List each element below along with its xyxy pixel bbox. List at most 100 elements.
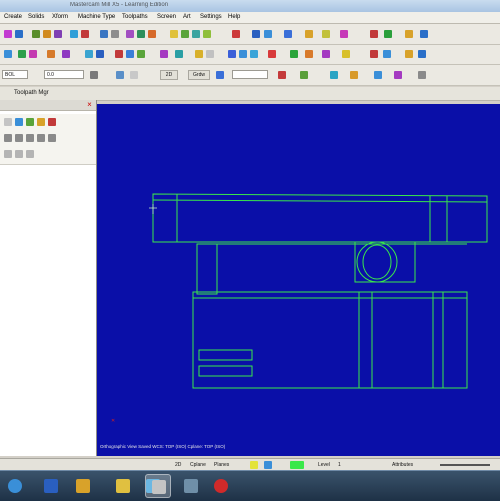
menu-create[interactable]: Create <box>4 14 22 20</box>
polygon-icon[interactable] <box>81 30 89 38</box>
backplot-ops-icon[interactable] <box>26 118 34 126</box>
post-icon[interactable] <box>322 30 330 38</box>
z-pick-icon[interactable] <box>90 71 98 79</box>
view-front-icon[interactable] <box>239 50 247 58</box>
graphics-viewport[interactable]: ✕ Orthographic View Saved WCS: TOP (ISO)… <box>97 104 500 456</box>
arc-icon[interactable] <box>43 30 51 38</box>
help-icon[interactable] <box>26 150 34 158</box>
view-top-icon[interactable] <box>228 50 236 58</box>
view-right-icon[interactable] <box>250 50 258 58</box>
point-icon[interactable] <box>4 50 12 58</box>
taskbar-mastercam[interactable] <box>145 474 171 498</box>
surface-flat-icon[interactable] <box>195 50 203 58</box>
collapse-icon[interactable] <box>15 150 23 158</box>
regen-icon[interactable] <box>342 50 350 58</box>
spline-icon[interactable] <box>18 50 26 58</box>
surface-ruled-icon[interactable] <box>175 50 183 58</box>
color-swatch-2-icon[interactable] <box>264 461 272 469</box>
menu-machine-type[interactable]: Machine Type <box>78 14 115 20</box>
attribute-icon[interactable] <box>278 71 286 79</box>
fillet-icon[interactable] <box>100 30 108 38</box>
redo-icon[interactable] <box>15 30 23 38</box>
color-field[interactable] <box>232 70 268 79</box>
break-icon[interactable] <box>47 50 55 58</box>
expand-icon[interactable] <box>4 150 12 158</box>
regen-ops-icon[interactable] <box>15 118 23 126</box>
menu-solids[interactable]: Solids <box>28 14 44 20</box>
result-icon[interactable] <box>374 71 382 79</box>
solid-revolve-icon[interactable] <box>181 30 189 38</box>
group-icon[interactable] <box>350 71 358 79</box>
z-depth-field[interactable]: 0.0 <box>44 70 84 79</box>
move-down-icon[interactable] <box>4 134 12 142</box>
rotate-icon[interactable] <box>148 30 156 38</box>
attributes-label[interactable]: Attributes <box>392 462 413 468</box>
zoom-window-icon[interactable] <box>405 30 413 38</box>
planes-label[interactable]: Planes <box>214 462 229 468</box>
taskbar-tool[interactable] <box>178 474 204 498</box>
line-style-icon[interactable] <box>130 71 138 79</box>
taskbar-explorer[interactable] <box>38 474 64 498</box>
layer-icon[interactable] <box>206 50 214 58</box>
join-icon[interactable] <box>62 50 70 58</box>
undo-icon[interactable] <box>4 30 12 38</box>
shaded-icon[interactable] <box>126 50 134 58</box>
tab-toolpath-manager[interactable]: Toolpath Mgr <box>14 90 49 96</box>
stock-icon[interactable] <box>290 50 298 58</box>
level-field[interactable]: BOL <box>2 70 28 79</box>
hidden-line-icon[interactable] <box>137 50 145 58</box>
operations-icon[interactable] <box>322 50 330 58</box>
toolpath-pocket-icon[interactable] <box>252 30 260 38</box>
select-all-icon[interactable] <box>340 30 348 38</box>
menu-help[interactable]: Help <box>228 14 240 20</box>
insert-arrow-icon[interactable] <box>26 134 34 142</box>
style-icon[interactable] <box>300 71 308 79</box>
line-icon[interactable] <box>32 30 40 38</box>
menu-toolpaths[interactable]: Toolpaths <box>122 14 148 20</box>
analyze-icon[interactable] <box>384 30 392 38</box>
view-iso-icon[interactable] <box>268 50 276 58</box>
cplane-label[interactable]: Cplane <box>190 462 206 468</box>
scale-icon[interactable] <box>96 50 104 58</box>
taskbar-recorder[interactable] <box>208 474 234 498</box>
level-value[interactable]: 1 <box>338 462 341 468</box>
color-icon[interactable] <box>116 71 124 79</box>
post-ops-icon[interactable] <box>48 118 56 126</box>
width-icon[interactable] <box>330 71 338 79</box>
trim-icon[interactable] <box>111 30 119 38</box>
wcs-icon[interactable] <box>394 71 402 79</box>
toolpath-contour-icon[interactable] <box>232 30 240 38</box>
menu-screen[interactable]: Screen <box>157 14 176 20</box>
measure-icon[interactable] <box>405 50 413 58</box>
start-button[interactable] <box>2 474 28 498</box>
verify-icon[interactable] <box>284 30 292 38</box>
menu-art[interactable]: Art <box>183 14 191 20</box>
wireframe-icon[interactable] <box>115 50 123 58</box>
unhide-icon[interactable] <box>383 50 391 58</box>
taskbar-media[interactable] <box>70 474 96 498</box>
delete-icon[interactable] <box>370 30 378 38</box>
color-swatch-icon[interactable] <box>250 461 258 469</box>
hide-icon[interactable] <box>370 50 378 58</box>
move-up-icon[interactable] <box>15 134 23 142</box>
circle-icon[interactable] <box>54 30 62 38</box>
panel-close-button[interactable]: × <box>85 100 94 110</box>
toolpath-drill-icon[interactable] <box>264 30 272 38</box>
scroll-icon[interactable] <box>37 134 45 142</box>
select-all-ops-icon[interactable] <box>4 118 12 126</box>
menu-xform[interactable]: Xform <box>52 14 68 20</box>
level-color-icon[interactable] <box>290 461 304 469</box>
lock-icon[interactable] <box>48 134 56 142</box>
zoom-fit-icon[interactable] <box>420 30 428 38</box>
verify-ops-icon[interactable] <box>37 118 45 126</box>
translate-icon[interactable] <box>85 50 93 58</box>
cplane-icon[interactable] <box>216 71 224 79</box>
menu-settings[interactable]: Settings <box>200 14 222 20</box>
mirror-icon[interactable] <box>137 30 145 38</box>
surface-icon[interactable] <box>160 50 168 58</box>
backplot-icon[interactable] <box>305 30 313 38</box>
options-icon[interactable] <box>418 71 426 79</box>
tool-manager-icon[interactable] <box>305 50 313 58</box>
solid-loft-icon[interactable] <box>203 30 211 38</box>
2d-toggle-button[interactable]: 2D <box>160 70 178 80</box>
